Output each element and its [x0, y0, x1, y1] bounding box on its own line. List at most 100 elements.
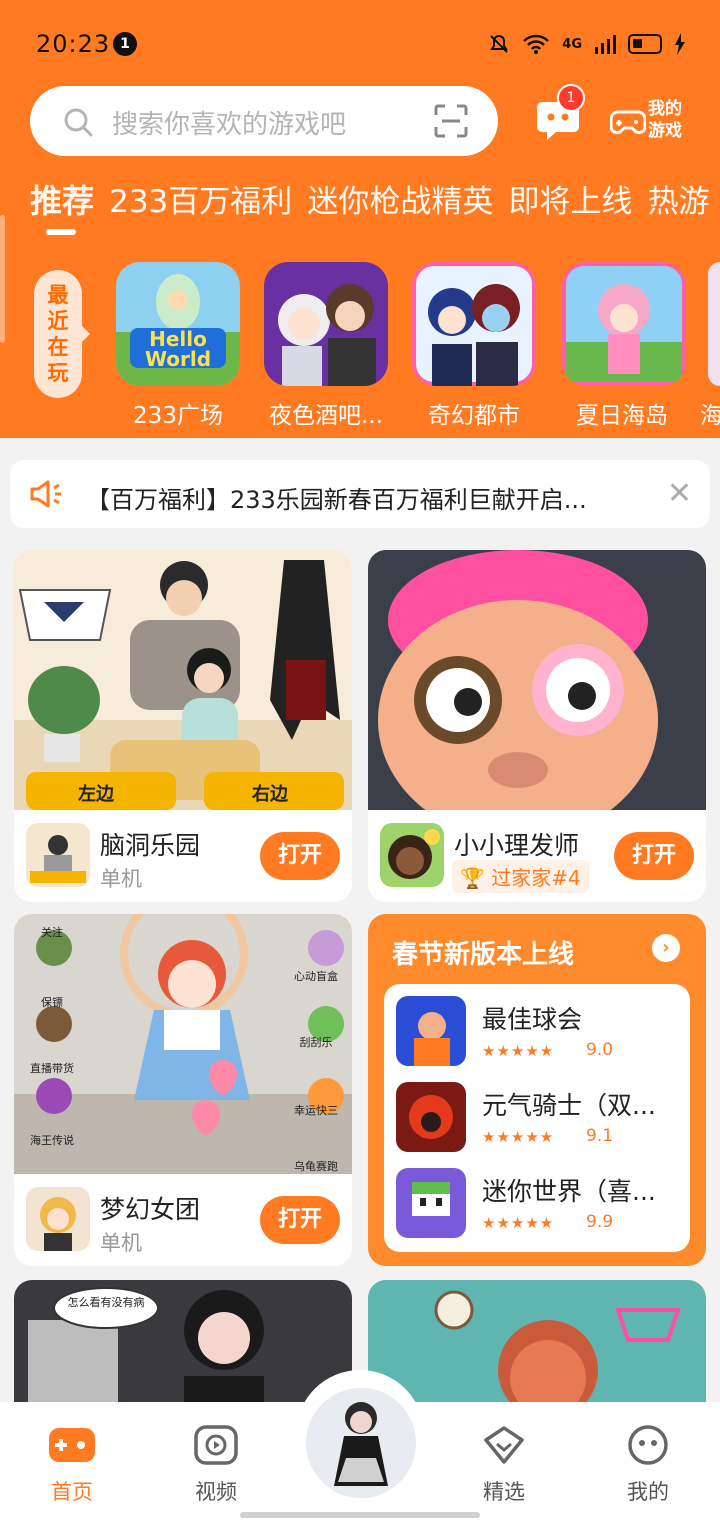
game-art-image: Hello World	[116, 262, 240, 386]
open-button[interactable]: 打开	[614, 832, 694, 880]
hud-label: 保镖	[41, 995, 63, 1009]
game-card-image: 怎么看有没有病	[14, 1280, 352, 1420]
game-card-brain-park[interactable]: 左边 右边 脑洞乐园 单机 打开	[14, 550, 352, 902]
controller-icon	[610, 110, 646, 135]
avatar[interactable]	[306, 1388, 416, 1498]
close-icon[interactable]: ✕	[667, 476, 692, 511]
signal-icon	[595, 35, 616, 54]
hud-label: 海王传说	[30, 1133, 74, 1147]
game-rank-text: 过家家#4	[491, 866, 581, 890]
nav-video[interactable]: 视频	[171, 1424, 261, 1506]
hud-label: 刮刮乐	[300, 1035, 333, 1049]
nav-me-label: 我的	[627, 1480, 669, 1504]
tab-hot[interactable]: 热游	[648, 176, 710, 221]
spring-game-list: 最佳球会 ★★★★★ 9.0 元气骑士（双... ★★★★★ 9.1 迷你世界（…	[384, 984, 690, 1252]
tab-233-welfare[interactable]: 233百万福利	[109, 176, 292, 221]
hud-label: 关注	[41, 925, 63, 939]
game-icon	[396, 1168, 466, 1238]
nav-featured[interactable]: 精选	[459, 1424, 549, 1506]
game-card-image	[368, 550, 706, 810]
game-type: 单机	[100, 867, 142, 891]
spring-game-item[interactable]: 迷你世界（喜... ★★★★★ 9.9	[396, 1168, 686, 1246]
nav-me[interactable]: 我的	[603, 1424, 693, 1506]
my-games-button[interactable]: 我的 游戏	[610, 98, 700, 146]
hud-label: 幸运快三	[294, 1104, 338, 1117]
recent-game-icon-partial[interactable]	[708, 262, 720, 386]
left-choice-label: 左边	[78, 783, 115, 805]
tab-coming-soon[interactable]: 即将上线	[508, 176, 632, 221]
game-card-image: 关注 保镖 直播带货 海王传说 心动盲盒 刮刮乐 幸运快三 乌龟赛跑	[14, 914, 352, 1174]
nav-home[interactable]: 首页	[27, 1424, 117, 1506]
wifi-icon	[523, 34, 550, 54]
recent-game-label: 233广场	[133, 403, 223, 429]
game-name: 元气骑士（双...	[482, 1091, 656, 1120]
face-icon	[628, 1425, 668, 1465]
announcement-bar[interactable]: 【百万福利】233乐园新春百万福利巨献开启... ✕	[10, 460, 710, 528]
my-games-label-line2: 游戏	[648, 121, 682, 141]
game-card-partial-right[interactable]	[368, 1280, 706, 1420]
tab-recommend[interactable]: 推荐	[30, 176, 94, 222]
heart-icon	[484, 1426, 524, 1464]
scan-icon[interactable]	[434, 104, 468, 138]
speech-bubble-text: 怎么看有没有病	[68, 1295, 145, 1309]
game-rank-badge: 🏆 过家家#4	[452, 860, 589, 893]
spring-game-item[interactable]: 元气骑士（双... ★★★★★ 9.1	[396, 1082, 686, 1160]
status-bar: 20:23 1 4G	[0, 22, 720, 66]
my-games-label: 我的 游戏	[648, 98, 700, 142]
game-art-image	[562, 262, 686, 386]
game-type: 单机	[100, 1231, 142, 1255]
hud-label: 乌龟赛跑	[294, 1159, 338, 1173]
status-icons: 4G	[488, 30, 686, 58]
mute-icon	[490, 34, 509, 53]
announcement-text: 【百万福利】233乐园新春百万福利巨献开启...	[86, 486, 587, 514]
game-card-little-barber[interactable]: 小小理发师 🏆 过家家#4 打开	[368, 550, 706, 902]
recent-game-icon-233-plaza[interactable]: Hello World	[116, 262, 240, 386]
nav-video-label: 视频	[195, 1480, 237, 1504]
rating-score: 9.0	[586, 1040, 614, 1060]
open-button[interactable]: 打开	[260, 1196, 340, 1244]
speaker-icon	[30, 480, 61, 508]
status-notification-badge: 1	[113, 32, 137, 56]
game-name: 梦幻女团	[100, 1195, 201, 1224]
tab-indicator	[46, 229, 76, 235]
search-bar[interactable]: 搜索你喜欢的游戏吧	[30, 86, 498, 156]
recently-played-label: 最近在玩	[47, 283, 69, 385]
home-indicator[interactable]	[240, 1512, 480, 1518]
chevron-right-icon[interactable]: ›	[652, 934, 680, 962]
svg-text:World: World	[145, 347, 211, 371]
game-name: 脑洞乐园	[100, 831, 201, 860]
recent-game-icon-night-bar[interactable]	[264, 262, 388, 386]
battery-icon	[628, 34, 662, 54]
rating-stars: ★★★★★	[482, 1128, 555, 1146]
game-icon	[26, 1187, 90, 1251]
hud-label: 直播带货	[30, 1061, 74, 1075]
game-icon	[396, 1082, 466, 1152]
game-art-image	[708, 262, 720, 386]
open-button[interactable]: 打开	[260, 832, 340, 880]
rating-stars: ★★★★★	[482, 1042, 555, 1060]
recent-game-icon-fantasy-city[interactable]	[412, 262, 536, 386]
recent-game-icon-summer-island[interactable]	[562, 262, 686, 386]
spring-game-item[interactable]: 最佳球会 ★★★★★ 9.0	[396, 996, 686, 1074]
message-badge: 1	[557, 84, 585, 112]
network-type: 4G	[562, 36, 582, 52]
game-card-partial-left[interactable]: 怎么看有没有病	[14, 1280, 352, 1420]
game-name: 迷你世界（喜...	[482, 1177, 656, 1206]
rating-score: 9.9	[586, 1212, 614, 1232]
tab-mini-gun-elite[interactable]: 迷你枪战精英	[307, 176, 493, 221]
game-card-dream-idol[interactable]: 关注 保镖 直播带货 海王传说 心动盲盒 刮刮乐 幸运快三 乌龟赛跑 梦幻女团 …	[14, 914, 352, 1266]
category-tabs: 推荐 233百万福利 迷你枪战精英 即将上线 热游	[30, 176, 720, 226]
game-card-image	[368, 1280, 706, 1420]
recent-game-label: 夏日海岛	[576, 403, 668, 429]
gamepad-icon	[49, 1428, 95, 1462]
right-choice-label: 右边	[252, 783, 289, 805]
game-icon	[380, 823, 444, 887]
nav-featured-label: 精选	[483, 1480, 525, 1504]
game-art-image	[264, 262, 388, 386]
rating-stars: ★★★★★	[482, 1214, 555, 1232]
game-name: 小小理发师	[454, 831, 580, 860]
game-art-image	[412, 262, 536, 386]
game-name: 最佳球会	[482, 1005, 583, 1034]
charging-icon	[675, 33, 685, 55]
search-icon	[64, 108, 93, 137]
